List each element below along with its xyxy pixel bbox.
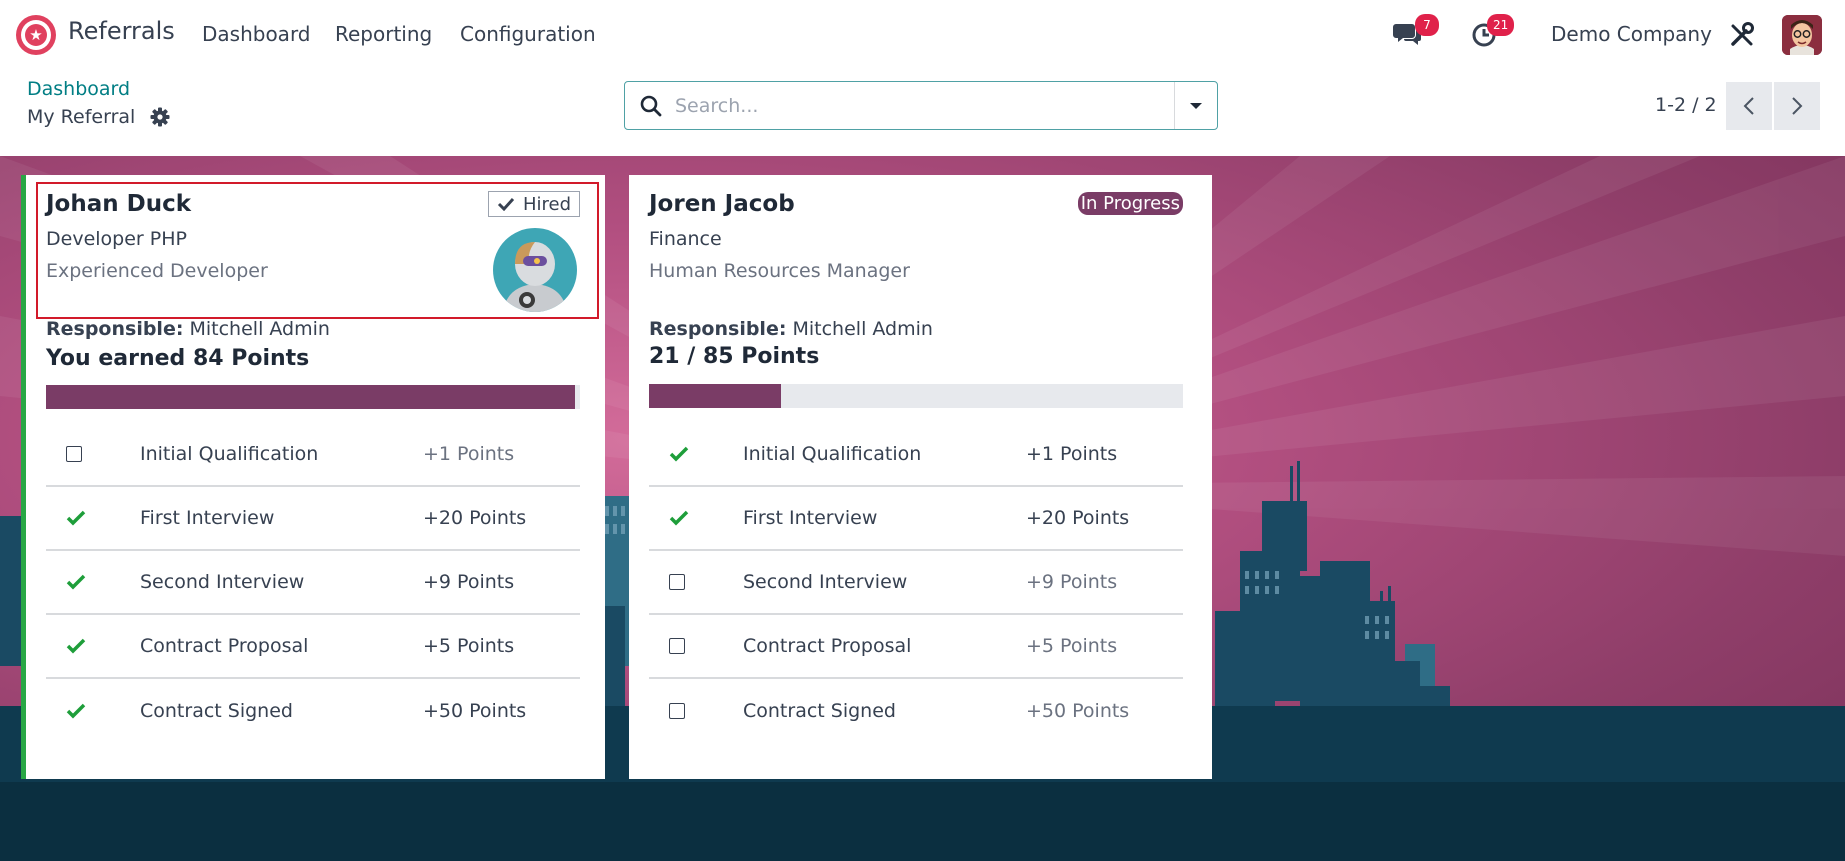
responsible: Responsible: Mitchell Admin — [649, 318, 933, 340]
stage-row: Initial Qualification +1 Points — [46, 423, 580, 487]
caret-down-icon — [1190, 102, 1202, 109]
menu-reporting[interactable]: Reporting — [335, 22, 432, 46]
breadcrumb[interactable]: Dashboard — [27, 78, 130, 100]
stage-label: Second Interview — [743, 571, 908, 593]
responsible-user: Mitchell Admin — [792, 318, 933, 340]
points-progress-bar — [46, 385, 580, 409]
pager-value[interactable]: 1-2 / 2 — [1655, 94, 1717, 116]
page-title: My Referral — [27, 106, 136, 128]
stage-points: +1 Points — [1026, 443, 1118, 465]
stage-label: Contract Signed — [743, 700, 896, 722]
check-icon[interactable] — [46, 510, 140, 526]
check-icon[interactable] — [649, 446, 743, 462]
app-name[interactable]: Referrals — [68, 17, 175, 45]
menu-dashboard[interactable]: Dashboard — [202, 22, 311, 46]
stage-points: +5 Points — [423, 635, 515, 657]
activities-button[interactable]: 21 — [1467, 14, 1515, 52]
check-icon — [497, 197, 515, 211]
stage-points: +50 Points — [423, 700, 527, 722]
candidate-job: Experienced Developer — [46, 260, 268, 282]
responsible-user: Mitchell Admin — [189, 318, 330, 340]
stage-row: First Interview +20 Points — [649, 487, 1183, 551]
stage-points: +9 Points — [423, 571, 515, 593]
stage-label: First Interview — [140, 507, 275, 529]
candidate-job: Human Resources Manager — [649, 260, 910, 282]
status-label: Hired — [522, 193, 571, 215]
stage-row: Initial Qualification +1 Points — [649, 423, 1183, 487]
stage-points: +20 Points — [1026, 507, 1130, 529]
responsible: Responsible: Mitchell Admin — [46, 318, 330, 340]
stage-points: +20 Points — [423, 507, 527, 529]
check-icon[interactable] — [649, 510, 743, 526]
robot-avatar-icon — [493, 228, 577, 312]
points-summary: You earned 84 Points — [46, 346, 310, 371]
referrals-logo-icon[interactable]: ★ — [16, 15, 56, 55]
stage-points: +1 Points — [423, 443, 515, 465]
check-icon[interactable] — [46, 638, 140, 654]
stage-row: Second Interview +9 Points — [649, 551, 1183, 615]
search-bar — [624, 81, 1218, 130]
stage-row: Second Interview +9 Points — [46, 551, 580, 615]
stage-label: Initial Qualification — [743, 443, 922, 465]
check-icon[interactable] — [46, 574, 140, 590]
chevron-right-icon — [1792, 97, 1803, 115]
points-progress-bar — [649, 384, 1183, 408]
tools-icon — [1731, 22, 1754, 46]
check-icon[interactable] — [46, 703, 140, 719]
gear-icon[interactable] — [149, 106, 171, 128]
top-navbar: ★ Referrals Dashboard Reporting Configur… — [0, 0, 1845, 68]
stage-row: Contract Proposal +5 Points — [649, 615, 1183, 679]
points-summary: 21 / 85 Points — [649, 344, 820, 369]
stage-label: Contract Proposal — [743, 635, 912, 657]
stage-checkbox[interactable] — [649, 638, 743, 654]
search-input[interactable] — [675, 92, 1145, 120]
stage-row: Contract Signed +50 Points — [649, 679, 1183, 743]
stage-points: +50 Points — [1026, 700, 1130, 722]
candidate-avatar — [493, 228, 577, 312]
messages-button[interactable]: 7 — [1391, 14, 1439, 52]
stage-checkbox[interactable] — [649, 574, 743, 590]
stage-row: Contract Proposal +5 Points — [46, 615, 580, 679]
activities-count-badge: 21 — [1487, 14, 1515, 36]
referral-card-joren-jacob[interactable]: Joren Jacob In Progress Finance Human Re… — [629, 175, 1212, 779]
pager-next-button[interactable] — [1774, 82, 1820, 130]
stage-label: Second Interview — [140, 571, 305, 593]
progress-fill — [649, 384, 781, 408]
stage-label: Contract Proposal — [140, 635, 309, 657]
status-badge: In Progress — [1077, 192, 1183, 215]
debug-tools-button[interactable] — [1725, 18, 1759, 52]
responsible-label: Responsible: — [649, 318, 787, 340]
user-avatar-icon — [1782, 15, 1822, 55]
candidate-name: Joren Jacob — [649, 191, 795, 217]
stage-checkbox[interactable] — [649, 703, 743, 719]
search-icon — [639, 94, 663, 118]
stage-label: Contract Signed — [140, 700, 293, 722]
stage-label: Initial Qualification — [140, 443, 319, 465]
stage-row: First Interview +20 Points — [46, 487, 580, 551]
user-avatar[interactable] — [1782, 15, 1822, 55]
menu-configuration[interactable]: Configuration — [460, 22, 596, 46]
stage-label: First Interview — [743, 507, 878, 529]
responsible-label: Responsible: — [46, 318, 184, 340]
progress-fill — [46, 385, 575, 409]
pager-previous-button[interactable] — [1726, 82, 1772, 130]
candidate-department: Developer PHP — [46, 228, 187, 250]
stage-checkbox[interactable] — [46, 446, 140, 462]
company-switcher[interactable]: Demo Company — [1551, 22, 1712, 46]
stage-row: Contract Signed +50 Points — [46, 679, 580, 743]
messages-count-badge: 7 — [1415, 14, 1439, 36]
stage-points: +5 Points — [1026, 635, 1118, 657]
stage-points: +9 Points — [1026, 571, 1118, 593]
status-badge: Hired — [487, 191, 580, 217]
search-options-toggle[interactable] — [1174, 82, 1217, 129]
referral-card-johan-duck[interactable]: Johan Duck Hired Developer PHP Experienc… — [21, 175, 605, 779]
chevron-left-icon — [1743, 97, 1754, 115]
candidate-department: Finance — [649, 228, 722, 250]
candidate-name: Johan Duck — [46, 191, 192, 217]
